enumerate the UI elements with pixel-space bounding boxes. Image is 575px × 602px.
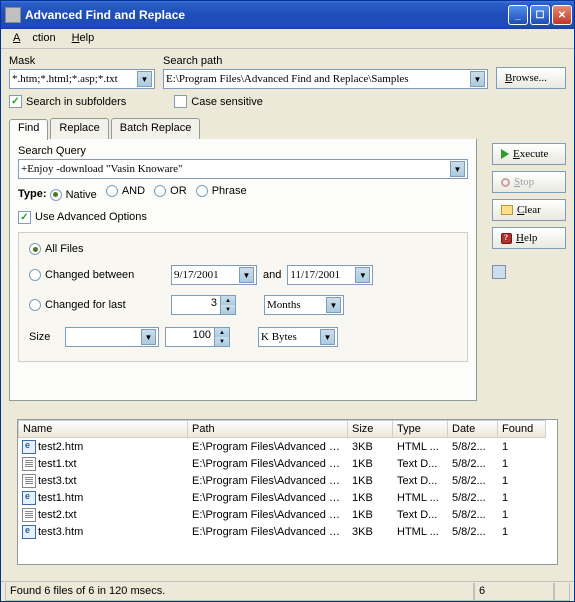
find-tab-panel: Search Query +Enjoy -download "Vasin Kno… — [9, 139, 477, 401]
col-path[interactable]: Path — [188, 420, 348, 438]
help-button[interactable]: Help — [492, 227, 566, 249]
file-icon — [22, 457, 36, 471]
titlebar[interactable]: Advanced Find and Replace _ ☐ ✕ — [1, 1, 574, 29]
size-label: Size — [29, 331, 59, 343]
search-path-combo[interactable]: E:\Program Files\Advanced Find and Repla… — [163, 69, 488, 89]
resize-grip[interactable] — [554, 583, 570, 601]
file-icon — [22, 474, 36, 488]
tab-find[interactable]: Find — [9, 119, 48, 140]
mask-label: Mask — [9, 55, 155, 67]
search-path-label: Search path — [163, 55, 488, 67]
clear-button[interactable]: Clear — [492, 199, 566, 221]
play-icon — [501, 149, 509, 159]
folder-icon — [501, 205, 513, 215]
app-icon — [5, 7, 21, 23]
browse-button[interactable]: Browse... — [496, 67, 566, 89]
file-icon — [22, 525, 36, 539]
chevron-down-icon[interactable]: ▼ — [137, 71, 152, 87]
changed-last-unit-combo[interactable]: Months▼ — [264, 295, 344, 315]
checkbox-icon — [174, 95, 187, 108]
date-from-combo[interactable]: 9/17/2001▼ — [171, 265, 257, 285]
tab-replace[interactable]: Replace — [50, 118, 108, 139]
table-row[interactable]: test1.txtE:\Program Files\Advanced Find … — [18, 455, 557, 472]
changed-between-radio[interactable]: Changed between — [29, 269, 159, 281]
maximize-button[interactable]: ☐ — [530, 5, 550, 25]
chevron-down-icon[interactable]: ▼ — [470, 71, 485, 87]
changed-last-radio[interactable]: Changed for last — [29, 299, 159, 311]
results-list[interactable]: Name Path Size Type Date Found test2.htm… — [17, 419, 558, 565]
col-found[interactable]: Found — [498, 420, 546, 438]
chevron-down-icon[interactable]: ▼ — [450, 161, 465, 177]
col-size[interactable]: Size — [348, 420, 393, 438]
menu-action[interactable]: Action — [7, 31, 62, 46]
type-label: Type: — [18, 188, 47, 200]
tab-batch-replace[interactable]: Batch Replace — [111, 118, 201, 139]
statusbar: Found 6 files of 6 in 120 msecs. 6 — [1, 581, 574, 601]
size-op-combo[interactable]: ▼ — [65, 327, 159, 347]
type-or-radio[interactable]: OR — [154, 185, 187, 197]
table-row[interactable]: test1.htmE:\Program Files\Advanced Find … — [18, 489, 557, 506]
table-row[interactable]: test3.txtE:\Program Files\Advanced Find … — [18, 472, 557, 489]
checkbox-icon: ✓ — [18, 211, 31, 224]
advanced-options-checkbox[interactable]: ✓ Use Advanced Options — [18, 211, 147, 224]
list-header: Name Path Size Type Date Found — [18, 420, 557, 438]
changed-last-spinner[interactable]: 3▲▼ — [171, 295, 236, 315]
table-row[interactable]: test2.txtE:\Program Files\Advanced Find … — [18, 506, 557, 523]
menu-help[interactable]: Help — [66, 31, 101, 46]
and-label: and — [263, 269, 281, 281]
case-sensitive-checkbox[interactable]: Case sensitive — [174, 95, 263, 108]
menubar: Action Help — [1, 29, 574, 49]
stop-button[interactable]: Stop — [492, 171, 566, 193]
window-title: Advanced Find and Replace — [25, 8, 508, 22]
table-row[interactable]: test3.htmE:\Program Files\Advanced Find … — [18, 523, 557, 540]
mask-combo[interactable]: *.htm;*.html;*.asp;*.txt ▼ — [9, 69, 155, 89]
date-to-combo[interactable]: 11/17/2001▼ — [287, 265, 373, 285]
checkbox-icon: ✓ — [9, 95, 22, 108]
file-icon — [22, 491, 36, 505]
search-query-combo[interactable]: +Enjoy -download "Vasin Knoware" ▼ — [18, 159, 468, 179]
table-row[interactable]: test2.htmE:\Program Files\Advanced Find … — [18, 438, 557, 455]
all-files-radio[interactable]: All Files — [29, 243, 84, 255]
col-type[interactable]: Type — [393, 420, 448, 438]
advanced-group: All Files Changed between 9/17/2001▼ and… — [18, 232, 468, 363]
small-tool-icon[interactable] — [492, 265, 506, 279]
execute-button[interactable]: Execute — [492, 143, 566, 165]
minimize-button[interactable]: _ — [508, 5, 528, 25]
subfolders-checkbox[interactable]: ✓ Search in subfolders — [9, 95, 126, 108]
status-message: Found 6 files of 6 in 120 msecs. — [5, 583, 474, 601]
type-and-radio[interactable]: AND — [106, 185, 145, 197]
col-name[interactable]: Name — [18, 420, 188, 438]
col-date[interactable]: Date — [448, 420, 498, 438]
size-unit-combo[interactable]: K Bytes▼ — [258, 327, 338, 347]
size-spinner[interactable]: 100▲▼ — [165, 327, 230, 347]
book-icon — [501, 233, 512, 244]
search-query-label: Search Query — [18, 145, 86, 157]
file-icon — [22, 440, 36, 454]
stop-icon — [501, 178, 510, 187]
close-button[interactable]: ✕ — [552, 5, 572, 25]
status-count: 6 — [474, 583, 554, 601]
file-icon — [22, 508, 36, 522]
type-phrase-radio[interactable]: Phrase — [196, 185, 247, 197]
main-window: Advanced Find and Replace _ ☐ ✕ Action H… — [0, 0, 575, 602]
type-native-radio[interactable]: Native — [50, 189, 97, 201]
